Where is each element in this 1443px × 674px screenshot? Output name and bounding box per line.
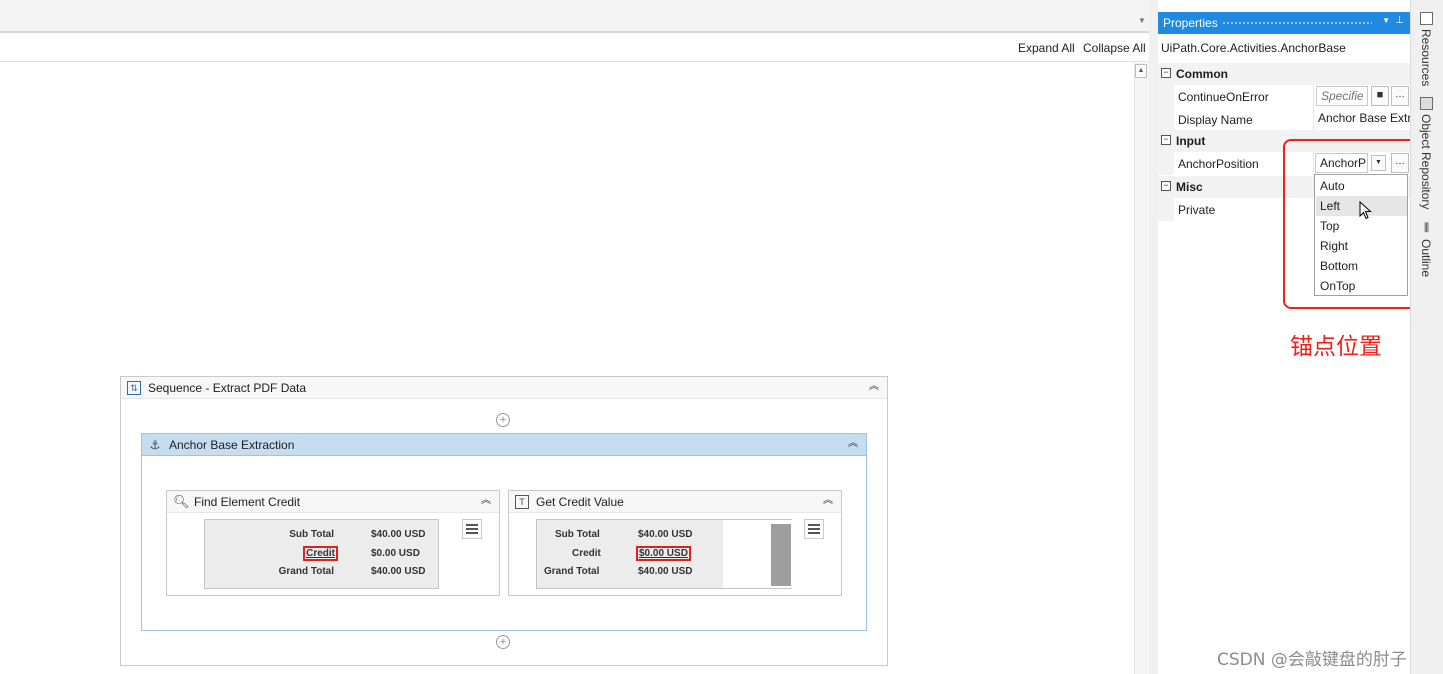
find-element-screenshot: Sub Total $40.00 USD Credit $0.00 USD Gr… <box>204 519 439 589</box>
checkbox-icon[interactable]: ■ <box>1371 86 1389 106</box>
credit-label: Credit <box>572 548 601 559</box>
collapse-minus-icon[interactable]: − <box>1161 68 1171 78</box>
row-gutter <box>1158 85 1174 108</box>
add-activity-plus-icon[interactable]: + <box>496 413 510 427</box>
scroll-up-arrow-icon[interactable]: ▲ <box>1135 64 1147 78</box>
sequence-icon: ⇅ <box>127 380 141 395</box>
property-name: Private <box>1178 203 1216 217</box>
grand-total-value: $40.00 USD <box>638 566 693 577</box>
property-value-cell: ■ … <box>1313 85 1410 108</box>
continue-on-error-input[interactable] <box>1316 86 1368 106</box>
collapse-minus-icon[interactable]: − <box>1161 135 1171 145</box>
category-label: Misc <box>1176 180 1203 194</box>
pin-icon[interactable]: ⊥ <box>1395 15 1404 26</box>
property-name: AnchorPosition <box>1178 157 1259 171</box>
sequence-header[interactable]: ⇅ Sequence - Extract PDF Data <box>121 377 887 399</box>
tab-resources[interactable]: Resources <box>1419 29 1433 86</box>
property-name: ContinueOnError <box>1178 90 1269 104</box>
subtotal-value: $40.00 USD <box>638 529 693 540</box>
row-gutter <box>1158 198 1174 221</box>
anchor-base-title: Anchor Base Extraction <box>169 437 295 452</box>
category-common[interactable]: − Common <box>1158 63 1410 85</box>
collapse-chevron-icon[interactable]: ︽ <box>846 437 860 451</box>
document-tab-strip <box>0 0 1153 33</box>
property-row-display-name[interactable]: Display Name Anchor Base Extr <box>1158 108 1410 131</box>
tab-list-dropdown-icon[interactable]: ▼ <box>1136 15 1148 27</box>
outline-icon: ⫼ <box>1423 222 1430 234</box>
tab-object-repository[interactable]: Object Repository <box>1419 114 1433 209</box>
vertical-scrollbar[interactable] <box>1134 63 1149 674</box>
activity-menu-icon[interactable] <box>804 519 824 539</box>
expand-all-link[interactable]: Expand All <box>1018 41 1075 55</box>
credit-label-highlighted: Credit <box>303 546 338 561</box>
get-text-icon: T <box>515 494 529 509</box>
collapse-chevron-icon[interactable]: ︽ <box>867 380 881 394</box>
get-text-screenshot: Sub Total $40.00 USD Credit $0.00 USD Gr… <box>536 519 793 589</box>
title-grip <box>1222 21 1372 25</box>
properties-title-text: Properties <box>1163 16 1218 30</box>
property-value-cell: Anchor Base Extr <box>1313 108 1410 131</box>
add-activity-plus-icon[interactable]: + <box>496 635 510 649</box>
ellipsis-button[interactable]: … <box>1391 86 1409 106</box>
row-gutter <box>1158 152 1174 175</box>
panel-menu-dropdown-icon[interactable]: ▼ <box>1382 16 1390 25</box>
anchor-base-header[interactable]: ⚓ Anchor Base Extraction <box>142 434 866 456</box>
panel-splitter[interactable] <box>1149 0 1158 674</box>
resources-icon <box>1420 12 1433 25</box>
watermark-text: CSDN @会敲键盘的肘子 <box>1217 650 1407 670</box>
tab-outline[interactable]: Outline <box>1419 239 1433 277</box>
display-name-value[interactable]: Anchor Base Extr <box>1318 111 1410 125</box>
get-text-header[interactable]: T Get Credit Value <box>509 491 841 513</box>
anchor-base-icon: ⚓ <box>149 437 161 452</box>
property-row-continue-on-error[interactable]: ContinueOnError ■ … <box>1158 85 1410 108</box>
get-text-title: Get Credit Value <box>536 494 624 509</box>
annotation-highlight-box <box>1283 139 1420 309</box>
collapse-minus-icon[interactable]: − <box>1161 181 1171 191</box>
category-label: Common <box>1176 67 1228 81</box>
subtotal-label: Sub Total <box>555 529 600 540</box>
property-name: Display Name <box>1178 113 1253 127</box>
collapse-chevron-icon[interactable]: ︽ <box>821 494 835 508</box>
credit-value: $0.00 USD <box>371 548 420 559</box>
annotation-label: 锚点位置 <box>1290 334 1382 360</box>
sequence-title: Sequence - Extract PDF Data <box>148 380 307 395</box>
screenshot-scrollbar <box>771 524 791 586</box>
collapse-all-link[interactable]: Collapse All <box>1083 41 1146 55</box>
object-repository-icon <box>1420 97 1433 110</box>
subtotal-value: $40.00 USD <box>371 529 426 540</box>
properties-panel-title[interactable]: Properties ▼ ⊥ <box>1158 12 1410 34</box>
grand-total-value: $40.00 USD <box>371 566 426 577</box>
activity-menu-icon[interactable] <box>462 519 482 539</box>
subtotal-label: Sub Total <box>289 529 334 540</box>
grand-total-label: Grand Total <box>544 566 600 577</box>
collapse-chevron-icon[interactable]: ︽ <box>479 494 493 508</box>
designer-toolbar <box>0 35 1153 62</box>
find-element-title: Find Element Credit <box>194 494 301 509</box>
find-element-header[interactable]: 🔍︎ Find Element Credit <box>167 491 499 513</box>
grand-total-label: Grand Total <box>278 566 334 577</box>
row-gutter <box>1158 108 1174 131</box>
activity-type-name: UiPath.Core.Activities.AnchorBase <box>1161 41 1346 55</box>
category-label: Input <box>1176 134 1206 148</box>
credit-value-highlighted: $0.00 USD <box>636 546 691 561</box>
magnifier-icon: 🔍︎ <box>173 493 190 509</box>
